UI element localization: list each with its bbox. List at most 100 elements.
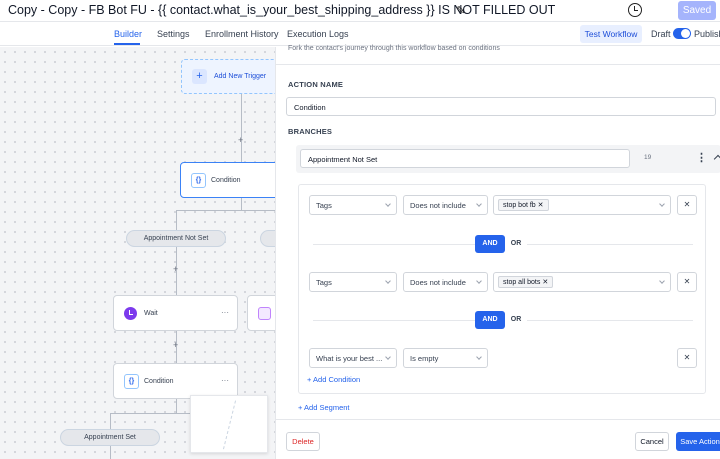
pencil-icon[interactable]: ✎: [456, 4, 465, 17]
add-step-plus-icon[interactable]: +: [173, 340, 178, 350]
wait-node[interactable]: Wait ···: [113, 295, 238, 331]
condition-operator-value: Is empty: [410, 354, 439, 363]
node-menu-icon[interactable]: ···: [221, 376, 229, 385]
panel-description: Fork the contact's journey through this …: [288, 45, 500, 52]
condition-node[interactable]: {} Condition ···: [113, 363, 238, 399]
condition-operator-select[interactable]: Does not include: [403, 195, 488, 215]
tab-execution-logs[interactable]: Execution Logs: [287, 29, 349, 39]
condition-field-select[interactable]: Tags: [309, 195, 397, 215]
branches-label: BRANCHES: [288, 127, 333, 136]
tag-chip-label: stop all bots: [503, 279, 541, 286]
condition-field-value: Tags: [316, 278, 332, 287]
connector-line: [241, 94, 242, 162]
workflow-title: Copy - Copy - FB Bot FU - {{ contact.wha…: [8, 3, 556, 17]
branch-pill-appointment-not-set[interactable]: Appointment Not Set: [126, 230, 226, 247]
clock-icon: [124, 307, 137, 320]
chevron-down-icon: [385, 278, 391, 284]
plus-icon: +: [192, 69, 207, 84]
remove-condition-button[interactable]: ✕: [677, 272, 697, 292]
close-icon: ✕: [683, 277, 691, 286]
tag-chip[interactable]: stop bot fb ✕: [498, 199, 549, 211]
title-bar: Copy - Copy - FB Bot FU - {{ contact.wha…: [0, 0, 720, 22]
action-name-input[interactable]: Condition: [286, 97, 716, 116]
condition-icon: {}: [191, 173, 206, 188]
action-name-label: ACTION NAME: [288, 80, 344, 89]
chevron-down-icon: [476, 278, 482, 284]
chevron-down-icon: [659, 201, 665, 207]
test-workflow-button[interactable]: Test Workflow: [580, 25, 642, 43]
condition-value-select[interactable]: stop all bots ✕: [493, 272, 671, 292]
condition-node-label: Condition: [211, 177, 241, 184]
add-step-plus-icon[interactable]: +: [238, 135, 243, 145]
branch-pill-appointment-set[interactable]: Appointment Set: [60, 429, 160, 446]
chevron-down-icon: [476, 201, 482, 207]
condition-operator-select[interactable]: Does not include: [403, 272, 488, 292]
chevron-down-icon: [659, 278, 665, 284]
chevron-up-icon[interactable]: [713, 154, 720, 164]
save-action-button[interactable]: Save Action: [676, 432, 720, 451]
workflow-canvas[interactable]: + Add New Trigger + {} Condition Appoint…: [0, 47, 275, 459]
connector-line: [176, 399, 177, 413]
divider: [276, 419, 720, 420]
add-step-plus-icon[interactable]: +: [173, 264, 178, 274]
and-button[interactable]: AND: [475, 311, 505, 329]
condition-field-value: Tags: [316, 201, 332, 210]
condition-operator-value: Does not include: [410, 201, 466, 210]
divider: [276, 64, 720, 65]
branch-header: Appointment Not Set 19 ⋮: [296, 145, 720, 173]
tab-enrollment-history[interactable]: Enrollment History: [205, 29, 279, 39]
nav-bar: Builder Settings Enrollment History Exec…: [0, 22, 720, 46]
minimap-preview: [190, 395, 268, 453]
connector-line: [176, 210, 275, 211]
add-condition-link[interactable]: + Add Condition: [307, 375, 360, 384]
condition-node-selected[interactable]: {} Condition: [180, 162, 275, 198]
condition-value-select[interactable]: stop bot fb ✕: [493, 195, 671, 215]
chevron-down-icon: [385, 354, 391, 360]
and-button[interactable]: AND: [475, 235, 505, 253]
remove-condition-button[interactable]: ✕: [677, 195, 697, 215]
cancel-button[interactable]: Cancel: [635, 432, 669, 451]
publish-label: Publish: [694, 29, 720, 39]
close-icon: ✕: [683, 200, 691, 209]
or-button[interactable]: OR: [505, 311, 527, 329]
close-icon[interactable]: ✕: [538, 202, 544, 209]
kebab-icon[interactable]: ⋮: [696, 151, 707, 164]
action-node-partial[interactable]: [247, 295, 275, 331]
draft-label: Draft: [651, 29, 671, 39]
wait-node-label: Wait: [144, 310, 158, 317]
chevron-down-icon: [385, 201, 391, 207]
action-panel: Fork the contact's journey through this …: [275, 45, 720, 459]
tag-chip[interactable]: stop all bots ✕: [498, 276, 554, 288]
branch-pill-other[interactable]: [260, 230, 275, 247]
condition-field-select[interactable]: What is your best ...: [309, 348, 397, 368]
connector-line: [110, 413, 111, 429]
connector-line: [176, 210, 177, 230]
tab-active-indicator: [114, 43, 140, 45]
saved-button[interactable]: Saved: [678, 1, 716, 20]
publish-toggle[interactable]: [673, 28, 691, 39]
condition-icon: {}: [124, 374, 139, 389]
condition-node-label: Condition: [144, 378, 174, 385]
branch-conditions-box: Tags Does not include stop bot fb ✕ ✕ AN…: [298, 184, 706, 394]
delete-button[interactable]: Delete: [286, 432, 320, 451]
condition-field-select[interactable]: Tags: [309, 272, 397, 292]
close-icon: ✕: [683, 353, 691, 362]
or-button[interactable]: OR: [505, 235, 527, 253]
branch-char-count: 19: [644, 154, 652, 161]
tab-builder[interactable]: Builder: [114, 29, 142, 39]
add-trigger-node[interactable]: + Add New Trigger: [181, 59, 275, 94]
remove-condition-button[interactable]: ✕: [677, 348, 697, 368]
add-segment-link[interactable]: + Add Segment: [298, 403, 350, 412]
condition-operator-select[interactable]: Is empty: [403, 348, 488, 368]
node-menu-icon[interactable]: ···: [221, 308, 229, 317]
add-trigger-label: Add New Trigger: [214, 73, 267, 80]
tab-settings[interactable]: Settings: [157, 29, 190, 39]
connector-line: [110, 446, 111, 459]
tag-chip-label: stop bot fb: [503, 202, 536, 209]
connector-line: [241, 198, 242, 210]
condition-operator-value: Does not include: [410, 278, 466, 287]
chevron-down-icon: [476, 354, 482, 360]
branch-name-input[interactable]: Appointment Not Set: [300, 149, 630, 168]
history-icon[interactable]: [628, 3, 642, 17]
close-icon[interactable]: ✕: [542, 279, 548, 286]
